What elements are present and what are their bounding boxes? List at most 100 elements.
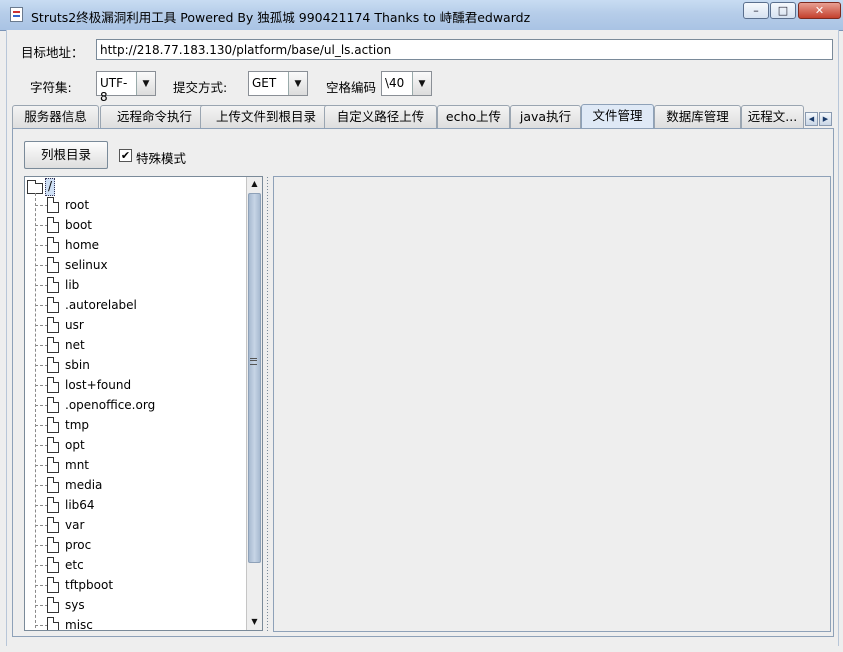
file-icon bbox=[47, 297, 59, 313]
file-icon bbox=[47, 197, 59, 213]
app-icon bbox=[10, 7, 23, 22]
charset-select[interactable]: UTF-8 ▼ bbox=[96, 71, 156, 104]
charset-value: UTF-8 bbox=[97, 72, 137, 104]
tree-item-label: sys bbox=[65, 598, 85, 612]
grip-icon bbox=[250, 358, 257, 365]
tree-item[interactable]: lib bbox=[25, 276, 245, 296]
tree-root-node[interactable]: / bbox=[45, 178, 56, 196]
tree-item-label: misc bbox=[65, 618, 93, 631]
file-icon bbox=[47, 397, 59, 413]
tree-item[interactable]: media bbox=[25, 476, 245, 496]
window-title: Struts2终极漏洞利用工具 Powered By 独孤城 990421174… bbox=[31, 10, 531, 25]
tree-item[interactable]: etc bbox=[25, 556, 245, 576]
tab-remote-command[interactable]: 远程命令执行 bbox=[100, 105, 209, 128]
tab-echo-upload[interactable]: echo上传 bbox=[437, 105, 510, 128]
tree-item[interactable]: sbin bbox=[25, 356, 245, 376]
tree-item[interactable]: .openoffice.org bbox=[25, 396, 245, 416]
tab-bar: 服务器信息 远程命令执行 上传文件到根目录 自定义路径上传 echo上传 jav… bbox=[12, 104, 834, 129]
tree-item[interactable]: tmp bbox=[25, 416, 245, 436]
scroll-down-icon[interactable]: ▼ bbox=[247, 615, 262, 629]
tree-item[interactable]: root bbox=[25, 196, 245, 216]
tab-java-exec[interactable]: java执行 bbox=[510, 105, 581, 128]
tab-database-manager[interactable]: 数据库管理 bbox=[654, 105, 741, 128]
file-icon bbox=[47, 257, 59, 273]
tree-item-label: selinux bbox=[65, 258, 108, 272]
file-icon bbox=[47, 417, 59, 433]
file-icon bbox=[47, 337, 59, 353]
file-content-area[interactable] bbox=[273, 176, 831, 632]
tree-item-label: tftpboot bbox=[65, 578, 114, 592]
chevron-down-icon[interactable]: ▼ bbox=[137, 72, 155, 95]
tree-item-label: net bbox=[65, 338, 85, 352]
tree-item[interactable]: .autorelabel bbox=[25, 296, 245, 316]
title-bar: Struts2终极漏洞利用工具 Powered By 独孤城 990421174… bbox=[0, 0, 843, 31]
tree-scrollbar[interactable]: ▲ ▼ bbox=[246, 177, 262, 630]
tree-item-label: opt bbox=[65, 438, 85, 452]
special-mode-label: 特殊模式 bbox=[136, 151, 187, 166]
file-icon bbox=[47, 537, 59, 553]
url-input[interactable] bbox=[96, 39, 833, 60]
tree-item[interactable]: sys bbox=[25, 596, 245, 616]
space-encoding-label: 空格编码 bbox=[326, 80, 377, 95]
tree-item[interactable]: opt bbox=[25, 436, 245, 456]
file-icon bbox=[47, 557, 59, 573]
scrollbar-thumb[interactable] bbox=[248, 193, 261, 563]
tree-item[interactable]: mnt bbox=[25, 456, 245, 476]
tree-item-label: home bbox=[65, 238, 100, 252]
space-encoding-value: \40 bbox=[382, 72, 413, 95]
tree-item-label: lib bbox=[65, 278, 80, 292]
file-icon bbox=[47, 457, 59, 473]
tree-item[interactable]: usr bbox=[25, 316, 245, 336]
tree-item-label: proc bbox=[65, 538, 92, 552]
file-icon bbox=[47, 517, 59, 533]
directory-tree[interactable]: / root boot home selinux lib .autorelabel usr n… bbox=[24, 176, 263, 631]
tree-item-label: .autorelabel bbox=[65, 298, 137, 312]
minimize-button[interactable]: – bbox=[743, 2, 769, 19]
tab-file-manager[interactable]: 文件管理 bbox=[581, 104, 654, 129]
chevron-down-icon[interactable]: ▼ bbox=[289, 72, 307, 95]
file-icon bbox=[47, 357, 59, 373]
file-icon bbox=[47, 317, 59, 333]
close-button[interactable]: ✕ bbox=[798, 2, 841, 19]
file-icon bbox=[47, 617, 59, 630]
tree-item[interactable]: proc bbox=[25, 536, 245, 556]
list-root-button[interactable]: 列根目录 bbox=[24, 141, 108, 169]
tab-custom-path-upload[interactable]: 自定义路径上传 bbox=[324, 105, 437, 128]
tree-item-label: .openoffice.org bbox=[65, 398, 156, 412]
tree-item-label: boot bbox=[65, 218, 93, 232]
url-label: 目标地址： bbox=[21, 45, 84, 60]
tree-item[interactable]: lost+found bbox=[25, 376, 245, 396]
file-icon bbox=[47, 277, 59, 293]
file-icon bbox=[47, 597, 59, 613]
tree-item[interactable]: tftpboot bbox=[25, 576, 245, 596]
maximize-button[interactable]: □ bbox=[770, 2, 796, 19]
tab-remote-file[interactable]: 远程文... bbox=[741, 105, 804, 128]
special-mode-checkbox[interactable]: ✔ bbox=[119, 149, 132, 162]
tree-item[interactable]: net bbox=[25, 336, 245, 356]
tree-item-label: lib64 bbox=[65, 498, 95, 512]
tree-item[interactable]: lib64 bbox=[25, 496, 245, 516]
tree-item[interactable]: var bbox=[25, 516, 245, 536]
tab-scroll-right-icon[interactable]: ▶ bbox=[819, 112, 832, 126]
chevron-down-icon[interactable]: ▼ bbox=[413, 72, 431, 95]
tree-item[interactable]: selinux bbox=[25, 256, 245, 276]
file-icon bbox=[47, 237, 59, 253]
file-icon bbox=[47, 217, 59, 233]
charset-label: 字符集: bbox=[30, 80, 72, 95]
space-encoding-select[interactable]: \40 ▼ bbox=[381, 71, 432, 96]
method-select[interactable]: GET ▼ bbox=[248, 71, 308, 96]
tree-item[interactable]: misc bbox=[25, 616, 245, 631]
tab-upload-root[interactable]: 上传文件到根目录 bbox=[200, 105, 332, 128]
tree-item[interactable]: boot bbox=[25, 216, 245, 236]
split-pane-divider[interactable] bbox=[266, 176, 270, 631]
scroll-up-icon[interactable]: ▲ bbox=[247, 177, 262, 191]
file-icon bbox=[47, 577, 59, 593]
tab-server-info[interactable]: 服务器信息 bbox=[12, 105, 99, 128]
method-value: GET bbox=[249, 72, 289, 95]
tree-item-label: etc bbox=[65, 558, 84, 572]
file-icon bbox=[47, 477, 59, 493]
tree-item-label: sbin bbox=[65, 358, 90, 372]
tree-item-label: var bbox=[65, 518, 85, 532]
tree-item[interactable]: home bbox=[25, 236, 245, 256]
tab-scroll-left-icon[interactable]: ◀ bbox=[805, 112, 818, 126]
